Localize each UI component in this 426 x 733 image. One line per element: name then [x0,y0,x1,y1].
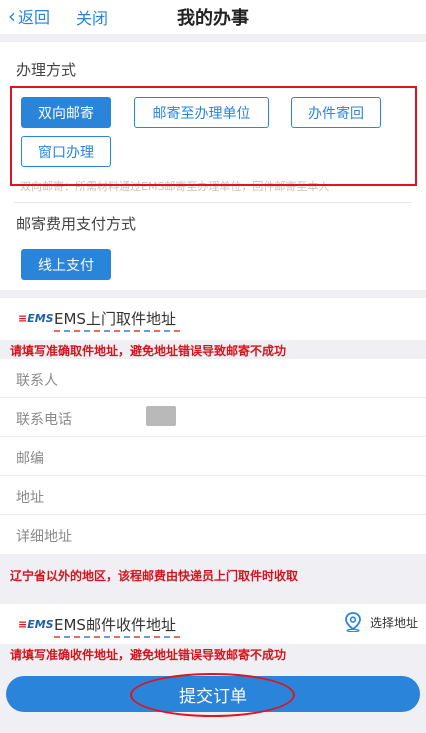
submit-order-button[interactable]: 提交订单 [6,676,420,712]
contact-phone-field[interactable]: 联系电话 [0,398,426,437]
nav-bar: ‹ 返回 关闭 我的办事 [0,0,426,34]
pickup-title: EMS上门取件地址 [54,310,176,328]
annotation-box [10,86,417,186]
payment-title: 邮寄费用支付方式 [16,215,137,233]
contact-name-field[interactable]: 联系人 [0,359,426,398]
receive-header: ≡EMS EMS邮件收件地址 选择地址 [0,604,426,644]
field-label: 联系电话 [16,412,72,428]
handling-title: 办理方式 [16,61,77,79]
fee-warning: 辽宁省以外的地区，该程邮费由快递员上门取件时收取 [10,569,299,583]
page-title: 我的办事 [177,8,249,29]
pickup-header: ≡EMS EMS上门取件地址 [0,298,426,340]
redacted-value [146,406,176,426]
ems-logo: ≡EMS [18,312,54,325]
postcode-field[interactable]: 邮编 [0,437,426,476]
dashed-underline [54,636,184,638]
receive-warning: 请填写准确收件地址，避免地址错误导致邮寄不成功 [10,648,287,662]
location-pin-icon [345,612,361,632]
field-label: 详细地址 [16,529,72,545]
select-address-label: 选择地址 [369,615,418,630]
divider [14,202,412,203]
field-label: 邮编 [16,451,44,467]
ems-logo: ≡EMS [18,618,54,631]
address-field[interactable]: 地址 [0,476,426,515]
pickup-warning: 请填写准确取件地址，避免地址错误导致邮寄不成功 [10,344,287,358]
select-address-button[interactable]: 选择地址 [344,612,418,632]
receive-title: EMS邮件收件地址 [54,616,176,634]
field-label: 地址 [16,490,44,506]
option-online-payment[interactable]: 线上支付 [21,249,111,280]
dashed-underline [54,330,184,332]
detail-address-field[interactable]: 详细地址 [0,515,426,554]
field-label: 联系人 [16,373,58,389]
